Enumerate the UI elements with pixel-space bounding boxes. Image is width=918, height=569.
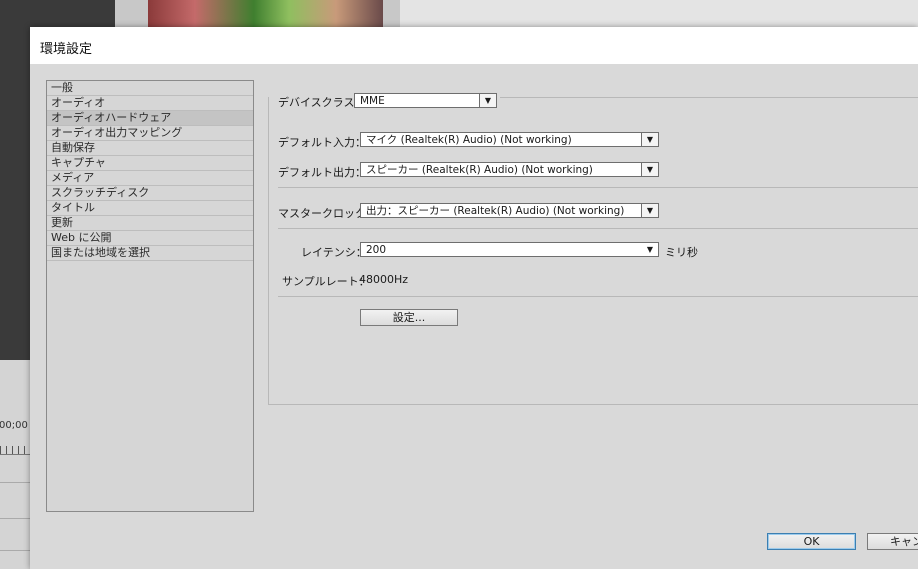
ok-button[interactable]: OK bbox=[767, 533, 856, 550]
sample-rate-value: 48000Hz bbox=[359, 273, 409, 286]
category-item-web-publish[interactable]: Web に公開 bbox=[47, 231, 253, 246]
category-item-region[interactable]: 国または地域を選択 bbox=[47, 246, 253, 261]
latency-label: レイテンシ： bbox=[301, 246, 367, 259]
dialog-titlebar[interactable]: 環境設定 bbox=[30, 27, 918, 64]
timeline-divider bbox=[0, 518, 30, 519]
dialog-title: 環境設定 bbox=[40, 42, 93, 57]
default-output-value: スピーカー (Realtek(R) Audio) (Not working) bbox=[366, 164, 593, 176]
cancel-button[interactable]: キャンセル bbox=[867, 533, 918, 550]
category-item-audio-hardware[interactable]: オーディオハードウェア bbox=[47, 111, 253, 126]
default-output-label: デフォルト出力： bbox=[278, 166, 366, 179]
category-item-scratch-disks[interactable]: スクラッチディスク bbox=[47, 186, 253, 201]
category-item-general[interactable]: 一般 bbox=[47, 81, 253, 96]
category-item-audio-output-mapping[interactable]: オーディオ出力マッピング bbox=[47, 126, 253, 141]
default-input-value: マイク (Realtek(R) Audio) (Not working) bbox=[366, 134, 572, 146]
category-item-capture[interactable]: キャプチャ bbox=[47, 156, 253, 171]
latency-value: 200 bbox=[366, 244, 387, 256]
sample-rate-label: サンプルレート： bbox=[282, 275, 370, 288]
chevron-down-icon: ▼ bbox=[641, 163, 658, 176]
section-divider bbox=[278, 228, 918, 229]
section-divider bbox=[278, 296, 918, 297]
category-item-audio[interactable]: オーディオ bbox=[47, 96, 253, 111]
chevron-down-icon: ▼ bbox=[479, 94, 496, 107]
timeline-divider bbox=[0, 550, 30, 551]
default-output-select[interactable]: スピーカー (Realtek(R) Audio) (Not working) ▼ bbox=[360, 162, 659, 177]
preferences-dialog: 環境設定 一般 オーディオ オーディオハードウェア オーディオ出力マッピング 自… bbox=[30, 27, 918, 569]
latency-unit: ミリ秒 bbox=[665, 246, 698, 259]
timeline-timecode: 00;00 bbox=[0, 420, 28, 431]
panel-top-border bbox=[500, 97, 918, 98]
device-class-value: MME bbox=[360, 95, 385, 107]
timeline-divider bbox=[0, 482, 30, 483]
timeline-ruler bbox=[0, 446, 30, 455]
settings-button[interactable]: 設定... bbox=[360, 309, 458, 326]
chevron-down-icon: ▼ bbox=[642, 243, 658, 256]
chevron-down-icon: ▼ bbox=[641, 133, 658, 146]
category-item-titles[interactable]: タイトル bbox=[47, 201, 253, 216]
device-class-select[interactable]: MME ▼ bbox=[354, 93, 497, 108]
master-clock-value: 出力：スピーカー (Realtek(R) Audio) (Not working… bbox=[366, 205, 625, 217]
chevron-down-icon: ▼ bbox=[641, 204, 658, 217]
category-item-updates[interactable]: 更新 bbox=[47, 216, 253, 231]
category-item-auto-save[interactable]: 自動保存 bbox=[47, 141, 253, 156]
category-list[interactable]: 一般 オーディオ オーディオハードウェア オーディオ出力マッピング 自動保存 キ… bbox=[46, 80, 254, 512]
latency-select[interactable]: 200 ▼ bbox=[360, 242, 659, 257]
device-class-label: デバイスクラス： bbox=[278, 96, 366, 109]
category-item-media[interactable]: メディア bbox=[47, 171, 253, 186]
background-timeline: 00;00 bbox=[0, 360, 30, 569]
section-divider bbox=[278, 187, 918, 188]
master-clock-select[interactable]: 出力：スピーカー (Realtek(R) Audio) (Not working… bbox=[360, 203, 659, 218]
default-input-label: デフォルト入力： bbox=[278, 136, 366, 149]
default-input-select[interactable]: マイク (Realtek(R) Audio) (Not working) ▼ bbox=[360, 132, 659, 147]
